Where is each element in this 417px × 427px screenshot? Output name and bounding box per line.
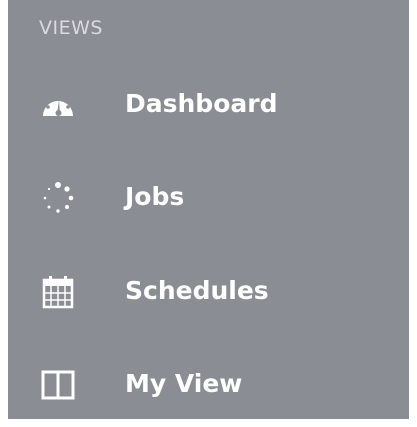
sidebar-item-label: Jobs <box>125 182 185 211</box>
sidebar-item-label: Schedules <box>125 276 269 305</box>
sidebar-item-jobs[interactable]: Jobs <box>8 168 409 228</box>
sidebar-item-label: My View <box>125 369 243 398</box>
sidebar-item-schedules[interactable]: Schedules <box>8 262 409 322</box>
sidebar-item-dashboard[interactable]: Dashboard <box>8 75 409 135</box>
spinner-dots-icon <box>40 181 76 215</box>
sidebar-item-label: Dashboard <box>125 89 278 118</box>
split-panel-icon <box>40 368 76 402</box>
sidebar-item-my-view[interactable]: My View <box>8 355 409 415</box>
calendar-icon <box>40 275 76 309</box>
section-title-views: VIEWS <box>39 17 103 39</box>
views-sidebar: VIEWS Dashboard Jobs Schedules My View <box>8 0 409 419</box>
dashboard-gauge-icon <box>40 88 76 122</box>
